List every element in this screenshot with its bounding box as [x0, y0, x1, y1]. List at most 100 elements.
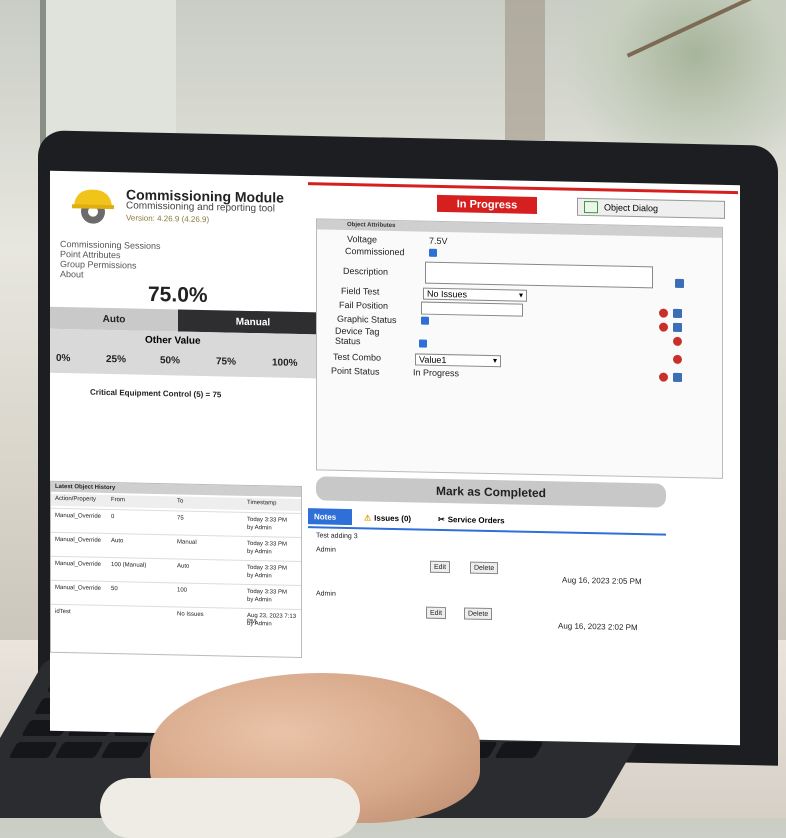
test-combo-action-icon[interactable]	[673, 354, 682, 365]
device-tag-checkbox[interactable]	[419, 339, 427, 348]
object-dialog-button[interactable]: Object Dialog	[577, 197, 725, 219]
user-sleeve	[100, 778, 360, 838]
control-percent: 75.0%	[148, 282, 208, 308]
graphic-status-checkbox[interactable]	[421, 316, 429, 325]
commissioned-checkbox[interactable]	[429, 248, 437, 257]
background-window	[40, 0, 176, 150]
voltage-label: Voltage	[347, 233, 378, 245]
description-field[interactable]	[425, 261, 653, 289]
tab-service-orders[interactable]: ✂ Service Orders	[438, 511, 505, 528]
point-status-label: Point Status	[331, 365, 380, 377]
tick-100[interactable]: 100%	[272, 357, 298, 369]
nav-about[interactable]: About	[60, 269, 161, 281]
history-action: Manual_Override	[55, 512, 102, 520]
edit-note-label: Edit	[430, 609, 443, 617]
edit-note-label: Edit	[434, 563, 447, 571]
history-action: Manual_Override	[55, 536, 102, 544]
history-action: Manual_Override	[55, 560, 102, 568]
note-author: Admin	[316, 590, 336, 598]
test-combo-label: Test Combo	[333, 351, 382, 363]
object-dialog-label: Object Dialog	[604, 202, 659, 214]
fail-position-field[interactable]	[421, 301, 523, 317]
object-attributes-header: Object Attributes	[317, 219, 722, 238]
note-date: Aug 16, 2023 2:02 PM	[558, 621, 638, 633]
mark-as-completed-button[interactable]: Mark as Completed	[316, 476, 666, 508]
app-subtitle: Commissioning and reporting tool	[126, 200, 275, 215]
history-to: Auto	[177, 563, 190, 570]
point-status-save-icon[interactable]	[673, 372, 682, 383]
main-nav: Commissioning Sessions Point Attributes …	[60, 239, 161, 281]
graphic-status-action-icon[interactable]	[659, 322, 668, 332]
laptop: Commissioning Module Commissioning and r…	[0, 130, 786, 838]
object-history-panel: Latest Object History Action/Property Fr…	[50, 480, 302, 659]
hardhat-gear-logo-icon	[72, 189, 114, 224]
history-timestamp: Today 3:33 PM	[247, 564, 288, 572]
critical-equipment-label: Critical Equipment Control (5) = 75	[90, 387, 222, 400]
table-row: idTest No Issues Aug 23, 2023 7:13 PM by…	[51, 603, 301, 633]
object-attributes-panel: Object Attributes Voltage 7.5V Commissio…	[316, 218, 723, 479]
column-timestamp: Timestamp	[247, 499, 277, 507]
header-accent-line	[308, 182, 738, 195]
fail-position-save-icon[interactable]	[673, 308, 682, 319]
fail-position-label: Fail Position	[339, 299, 389, 311]
test-combo-select[interactable]: Value1	[415, 353, 501, 368]
history-by: by Admin	[247, 620, 272, 628]
tools-icon: ✂	[438, 514, 445, 524]
tab-issues[interactable]: ⚠ Issues (0)	[364, 509, 411, 526]
history-from: Auto	[111, 538, 124, 545]
description-label: Description	[343, 265, 389, 277]
device-tag-status-label: Status	[335, 335, 361, 347]
dialog-icon	[584, 200, 598, 214]
app-version: Version: 4.26.9 (4.26.9)	[126, 213, 210, 225]
edit-note-button[interactable]: Edit	[430, 560, 451, 574]
background-door	[505, 0, 545, 140]
column-to: To	[177, 498, 184, 505]
history-timestamp: Today 3:33 PM	[247, 516, 288, 524]
tab-notes[interactable]: Notes	[308, 508, 352, 526]
service-orders-tab-label: Service Orders	[447, 514, 505, 525]
warning-icon: ⚠	[364, 512, 372, 523]
point-status-action-icon[interactable]	[659, 372, 668, 382]
device-tag-action-icon[interactable]	[673, 336, 682, 347]
delete-note-button[interactable]: Delete	[470, 561, 499, 575]
history-by: by Admin	[247, 572, 272, 580]
first-note-text: Test adding 3	[316, 532, 358, 541]
note-author: Admin	[316, 546, 336, 554]
other-value-label: Other Value	[145, 334, 201, 347]
history-to: No Issues	[177, 611, 204, 618]
column-action: Action/Property	[55, 495, 97, 503]
laptop-screen: Commissioning Module Commissioning and r…	[50, 170, 740, 746]
graphic-status-label: Graphic Status	[337, 313, 397, 326]
history-by: by Admin	[247, 596, 272, 604]
history-by: by Admin	[247, 548, 272, 556]
delete-note-button[interactable]: Delete	[464, 607, 493, 621]
status-in-progress-button[interactable]: In Progress	[437, 194, 537, 214]
graphic-status-save-icon[interactable]	[673, 322, 682, 333]
issues-tab-label: Issues (0)	[374, 513, 412, 523]
mode-manual-button[interactable]: Manual	[178, 309, 328, 335]
history-from: 50	[111, 586, 118, 593]
description-save-icon[interactable]	[675, 278, 684, 289]
mode-auto-button[interactable]: Auto	[50, 307, 178, 332]
note-date: Aug 16, 2023 2:05 PM	[562, 575, 642, 587]
notes-tab-label: Notes	[314, 511, 337, 522]
point-status-value: In Progress	[413, 367, 460, 379]
column-from: From	[111, 497, 125, 504]
history-by: by Admin	[247, 524, 272, 532]
history-timestamp: Today 3:33 PM	[247, 540, 288, 548]
commissioned-label: Commissioned	[345, 245, 405, 258]
voltage-value: 7.5V	[429, 235, 448, 247]
history-timestamp: Today 3:33 PM	[247, 588, 288, 596]
notes-list: Test adding 3 Admin Edit Delete Aug 16, …	[308, 530, 666, 667]
tick-0[interactable]: 0%	[56, 353, 70, 364]
delete-note-label: Delete	[468, 610, 489, 618]
tick-25[interactable]: 25%	[106, 354, 126, 365]
edit-note-button[interactable]: Edit	[426, 606, 447, 620]
tick-75[interactable]: 75%	[216, 356, 236, 367]
fail-position-action-icon[interactable]	[659, 308, 668, 318]
history-to: 75	[177, 515, 184, 522]
history-to: 100	[177, 587, 188, 594]
tick-50[interactable]: 50%	[160, 355, 180, 366]
history-from: 100 (Manual)	[111, 562, 147, 569]
field-test-select[interactable]: No Issues	[423, 287, 527, 302]
